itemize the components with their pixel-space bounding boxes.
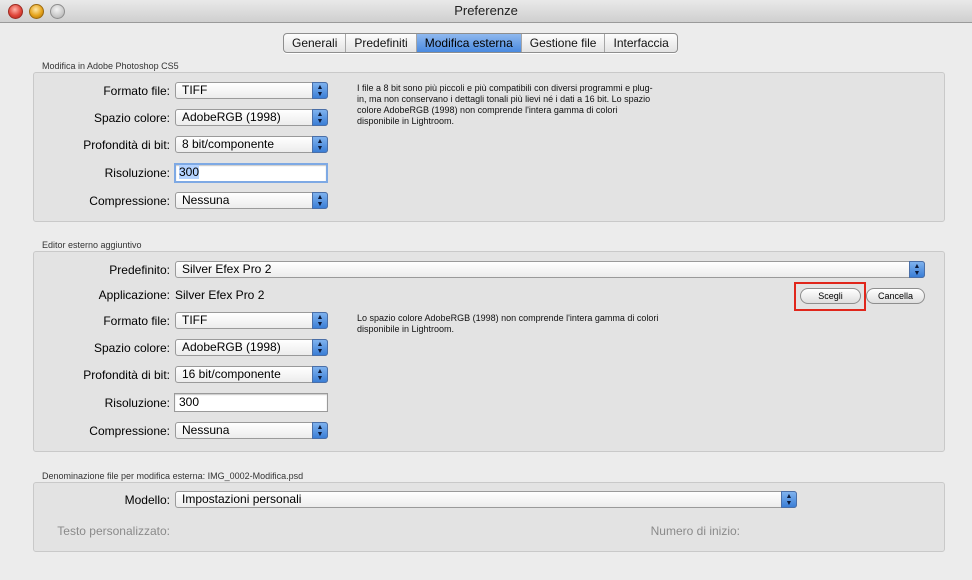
ext-colorspace-select[interactable]: AdobeRGB (1998) ▲ ▼ xyxy=(175,339,328,356)
choose-button[interactable]: Scegli xyxy=(800,288,861,304)
ext-preset-label: Predefinito: xyxy=(109,263,170,277)
ext-preset-select[interactable]: Silver Efex Pro 2 ▲ ▼ xyxy=(175,261,925,278)
ps-resolution-value: 300 xyxy=(179,165,200,179)
start-number-label: Numero di inizio: xyxy=(650,524,740,538)
naming-section-title: Denominazione file per modifica esterna:… xyxy=(42,471,304,481)
tab-modifica-esterna[interactable]: Modifica esterna xyxy=(415,34,521,52)
ps-compression-select[interactable]: Nessuna ▲ ▼ xyxy=(175,192,328,209)
ps-depth-select[interactable]: 8 bit/componente ▲ ▼ xyxy=(175,136,328,153)
ext-format-label: Formato file: xyxy=(103,314,170,328)
updown-arrows-icon: ▲ ▼ xyxy=(312,136,328,153)
ps-colorspace-label: Spazio colore: xyxy=(93,111,170,125)
ext-resolution-input[interactable]: 300 xyxy=(174,393,328,412)
ps-format-value: TIFF xyxy=(182,83,208,97)
ps-format-select[interactable]: TIFF ▲ ▼ xyxy=(175,82,328,99)
updown-arrows-icon: ▲ ▼ xyxy=(312,192,328,209)
preferences-tabs: Generali Predefiniti Modifica esterna Ge… xyxy=(283,33,678,53)
preferences-window: Preferenze Generali Predefiniti Modifica… xyxy=(0,0,972,580)
title-bar: Preferenze xyxy=(0,0,972,23)
ext-application-value: Silver Efex Pro 2 xyxy=(175,288,265,302)
ext-preset-value: Silver Efex Pro 2 xyxy=(182,262,272,276)
updown-arrows-icon: ▲ ▼ xyxy=(312,339,328,356)
ext-description: Lo spazio colore AdobeRGB (1998) non com… xyxy=(357,313,659,334)
external-section-title: Editor esterno aggiuntivo xyxy=(42,240,142,250)
ext-depth-value: 16 bit/componente xyxy=(182,367,281,381)
updown-arrows-icon: ▲ ▼ xyxy=(312,82,328,99)
photoshop-section-title: Modifica in Adobe Photoshop CS5 xyxy=(42,61,179,71)
ext-colorspace-label: Spazio colore: xyxy=(93,341,170,355)
updown-arrows-icon: ▲ ▼ xyxy=(909,261,925,278)
ps-compression-value: Nessuna xyxy=(182,193,230,207)
ext-compression-value: Nessuna xyxy=(182,423,230,437)
ext-compression-label: Compressione: xyxy=(89,424,170,438)
naming-template-label: Modello: xyxy=(124,493,170,507)
tab-gestione-file[interactable]: Gestione file xyxy=(520,34,605,52)
updown-arrows-icon: ▲ ▼ xyxy=(781,491,797,508)
naming-template-value: Impostazioni personali xyxy=(182,492,302,506)
updown-arrows-icon: ▲ ▼ xyxy=(312,366,328,383)
tab-interfaccia[interactable]: Interfaccia xyxy=(604,34,676,52)
ext-format-select[interactable]: TIFF ▲ ▼ xyxy=(175,312,328,329)
ext-depth-label: Profondità di bit: xyxy=(83,368,170,382)
ps-description: I file a 8 bit sono più piccoli e più co… xyxy=(357,83,653,126)
ext-resolution-label: Risoluzione: xyxy=(104,396,170,410)
ps-resolution-input[interactable]: 300 xyxy=(174,163,328,183)
ext-application-label: Applicazione: xyxy=(98,288,170,302)
naming-template-select[interactable]: Impostazioni personali ▲ ▼ xyxy=(175,491,797,508)
custom-text-label: Testo personalizzato: xyxy=(57,524,170,538)
ext-format-value: TIFF xyxy=(182,313,208,327)
ps-colorspace-select[interactable]: AdobeRGB (1998) ▲ ▼ xyxy=(175,109,328,126)
ps-resolution-label: Risoluzione: xyxy=(104,166,170,180)
ext-colorspace-value: AdobeRGB (1998) xyxy=(182,340,281,354)
ps-colorspace-value: AdobeRGB (1998) xyxy=(182,110,281,124)
window-title: Preferenze xyxy=(454,3,518,18)
ext-compression-select[interactable]: Nessuna ▲ ▼ xyxy=(175,422,328,439)
tab-generali[interactable]: Generali xyxy=(284,34,345,52)
ext-depth-select[interactable]: 16 bit/componente ▲ ▼ xyxy=(175,366,328,383)
updown-arrows-icon: ▲ ▼ xyxy=(312,312,328,329)
updown-arrows-icon: ▲ ▼ xyxy=(312,422,328,439)
clear-button[interactable]: Cancella xyxy=(866,288,925,304)
ps-depth-value: 8 bit/componente xyxy=(182,137,275,151)
updown-arrows-icon: ▲ ▼ xyxy=(312,109,328,126)
tab-predefiniti[interactable]: Predefiniti xyxy=(345,34,415,52)
ps-format-label: Formato file: xyxy=(103,84,170,98)
ps-depth-label: Profondità di bit: xyxy=(83,138,170,152)
ps-compression-label: Compressione: xyxy=(89,194,170,208)
